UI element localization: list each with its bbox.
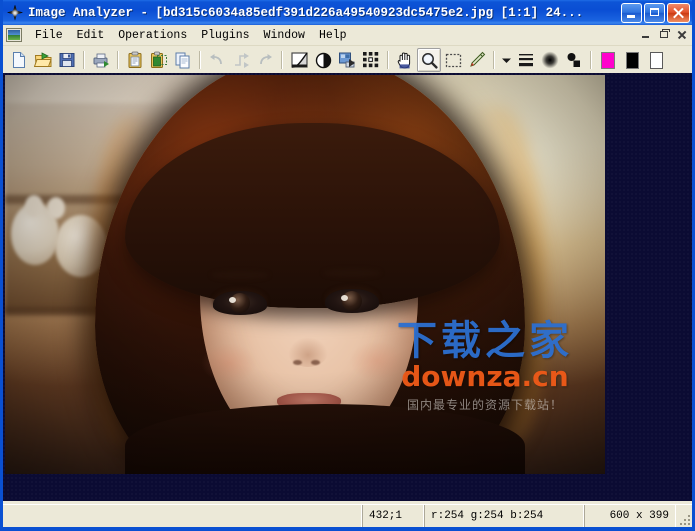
resize-grip-icon[interactable] [676,505,692,527]
photo-canvas[interactable]: 下载之家 downza.cn 国内最专业的资源下载站！ [5,75,605,474]
mdi-client-area[interactable]: 下载之家 downza.cn 国内最专业的资源下载站！ [3,73,692,501]
main-toolbar [3,46,692,75]
mdi-close-button[interactable] [673,27,690,42]
eye-left [213,291,267,315]
nostril-left [293,360,302,365]
application-window: Image Analyzer - [bd315c6034a85edf391d22… [0,0,695,531]
toolbar-separator [387,51,389,69]
eyebrow-left [211,271,269,279]
menu-item-edit[interactable]: Edit [70,27,112,44]
menu-item-window[interactable]: Window [257,27,312,44]
save-floppy-icon[interactable] [55,48,79,72]
toolbar-separator [493,51,495,69]
status-bar: 432;1 r:254 g:254 b:254 600 x 399 [3,504,692,527]
redo-arrow-icon[interactable] [253,48,277,72]
status-rgb-values: r:254 g:254 b:254 [424,505,584,527]
nostril-right [311,360,320,365]
soft-brush-icon[interactable] [538,48,562,72]
close-button[interactable] [667,2,690,23]
toolbar-separator [281,51,283,69]
image-document-icon [6,28,22,42]
copy-selection-icon[interactable] [147,48,171,72]
minimize-button[interactable] [621,2,642,23]
redo-branch-icon[interactable] [229,48,253,72]
new-document-icon[interactable] [7,48,31,72]
menu-item-file[interactable]: File [28,27,70,44]
contrast-icon[interactable] [311,48,335,72]
mdi-minimize-button[interactable] [637,27,654,42]
marquee-select-icon[interactable] [441,48,465,72]
menu-item-operations[interactable]: Operations [111,27,194,44]
toolbar-separator [83,51,85,69]
status-coordinates: 432;1 [362,505,424,527]
cheek-left [201,343,257,383]
undo-arrow-icon[interactable] [205,48,229,72]
status-image-dimensions: 600 x 399 [584,505,676,527]
pencil-draw-icon[interactable] [465,48,489,72]
plush-ear [25,195,43,217]
copy-icon[interactable] [171,48,195,72]
chevron-down-icon[interactable] [499,48,514,72]
hand-pan-icon[interactable] [393,48,417,72]
title-bar: Image Analyzer - [bd315c6034a85edf391d22… [3,0,692,25]
color-transform-icon[interactable] [335,48,359,72]
print-icon[interactable] [89,48,113,72]
mdi-restore-button[interactable] [655,27,672,42]
swatch-magenta-icon[interactable] [596,48,620,72]
curve-adjust-icon[interactable] [287,48,311,72]
toolbar-separator [117,51,119,69]
window-title: Image Analyzer - [bd315c6034a85edf391d22… [28,5,584,20]
eyebrow-right [323,269,381,277]
shape-icon[interactable] [562,48,586,72]
toolbar-separator [590,51,592,69]
line-width-icon[interactable] [514,48,538,72]
app-diamond-star-icon [7,4,23,21]
status-message [3,505,362,527]
open-folder-icon[interactable] [31,48,55,72]
plush-ear [47,197,65,219]
maximize-button[interactable] [644,2,665,23]
eye-right [325,289,379,313]
menu-item-plugins[interactable]: Plugins [194,27,256,44]
toolbar-separator [199,51,201,69]
mdi-caption-buttons [637,27,690,42]
paste-clipboard-icon[interactable] [123,48,147,72]
menu-item-help[interactable]: Help [312,27,354,44]
swatch-black-icon[interactable] [620,48,644,72]
matrix-filter-icon[interactable] [359,48,383,72]
cheek-right [349,341,405,381]
menu-bar: File Edit Operations Plugins Window Help [3,25,692,46]
magnifier-zoom-icon[interactable] [417,48,441,72]
image-document-window[interactable]: 下载之家 downza.cn 国内最专业的资源下载站！ [5,75,605,474]
caption-buttons [621,2,690,23]
swatch-white-icon[interactable] [644,48,668,72]
